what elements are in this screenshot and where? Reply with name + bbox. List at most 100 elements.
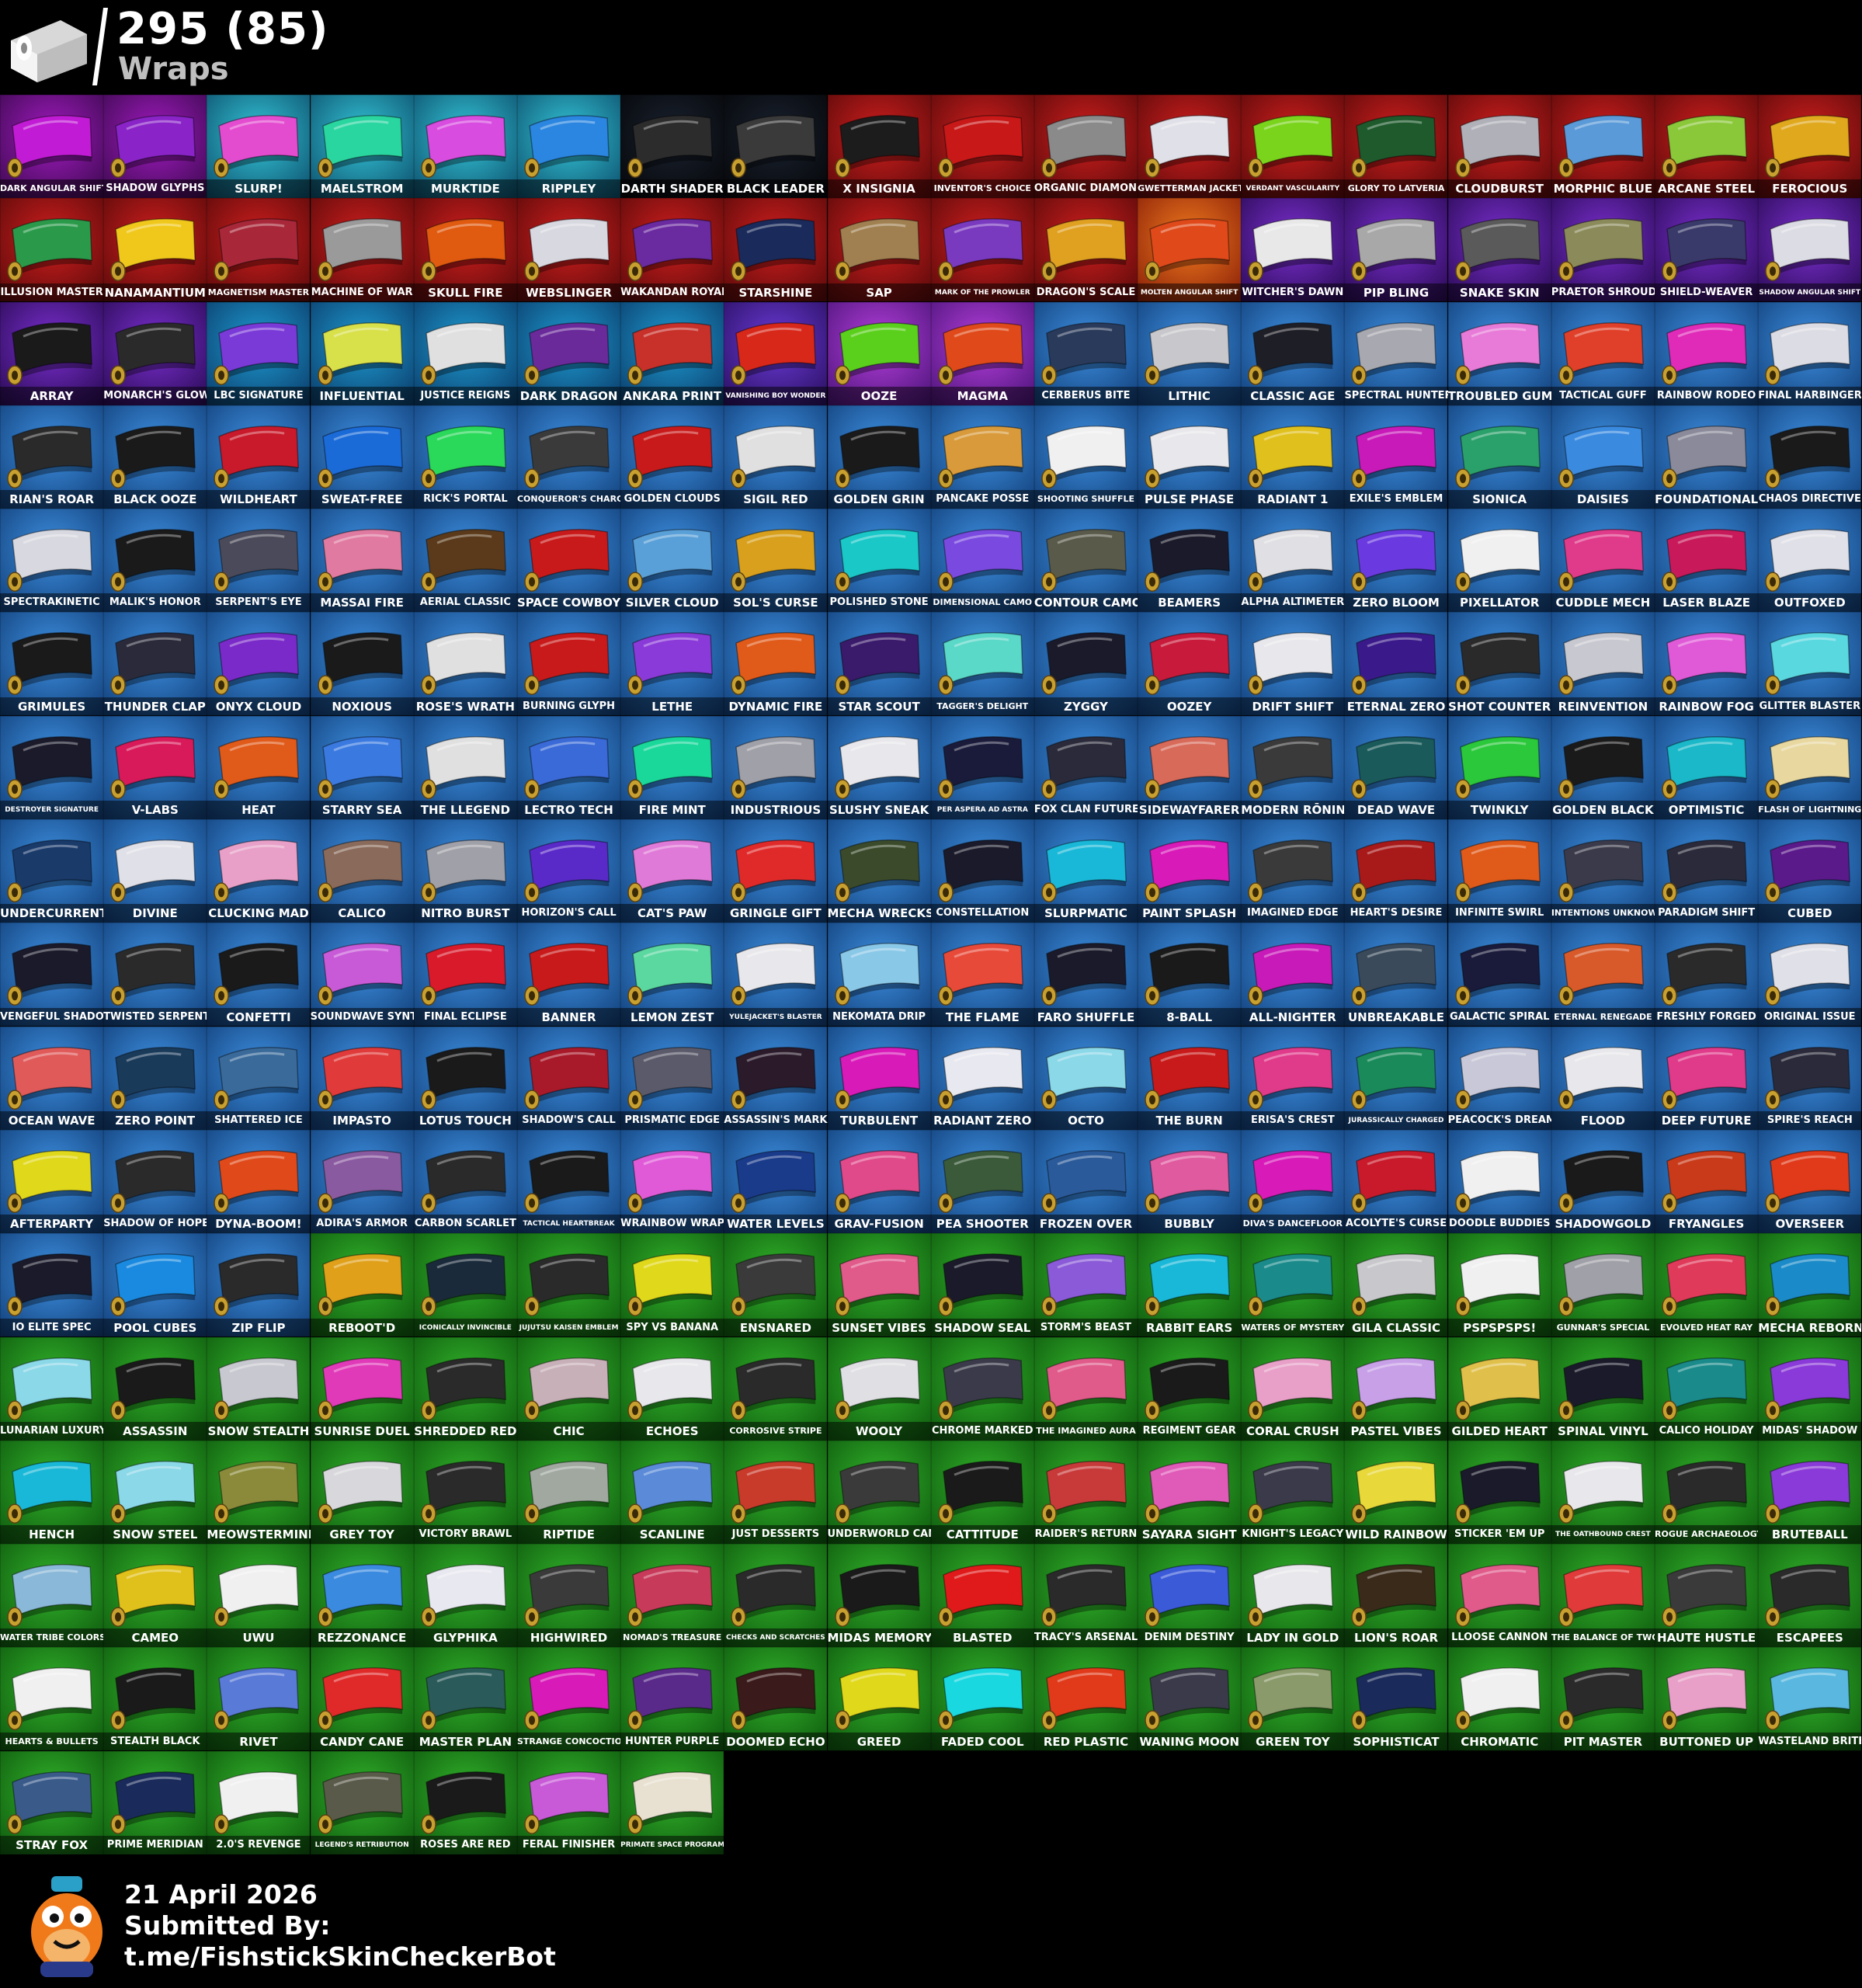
wrap-tile[interactable]: RADIANT ZERO [930, 1026, 1034, 1130]
wrap-tile[interactable]: THE IMAGINED AURA [1033, 1336, 1138, 1441]
wrap-tile[interactable]: FADED COOL [930, 1647, 1034, 1751]
wrap-tile[interactable]: ADIRA'S ARMOR [310, 1129, 414, 1234]
wrap-tile[interactable]: IO ELITE SPEC [0, 1233, 104, 1337]
wrap-tile[interactable]: SHATTERED ICE [207, 1026, 311, 1130]
wrap-tile[interactable]: GUNNAR'S SPECIAL [1551, 1233, 1655, 1337]
wrap-tile[interactable]: NANAMANTIUM [103, 198, 207, 302]
wrap-tile[interactable]: MONARCH'S GLOW [103, 301, 207, 405]
wrap-tile[interactable]: GRIMULES [0, 612, 104, 716]
wrap-tile[interactable]: 2.0'S REVENGE [207, 1750, 311, 1855]
wrap-tile[interactable]: CAMEO [103, 1544, 207, 1648]
wrap-tile[interactable]: CANDY CANE [310, 1647, 414, 1751]
wrap-tile[interactable]: RADIANT 1 [1241, 405, 1345, 509]
wrap-tile[interactable]: AERIAL CLASSIC [413, 509, 517, 613]
wrap-tile[interactable]: THE OATHBOUND CREST [1551, 1440, 1655, 1545]
wrap-tile[interactable]: MURKTIDE [413, 95, 517, 199]
wrap-tile[interactable]: INTENTIONS UNKNOWN [1551, 819, 1655, 923]
wrap-tile[interactable]: SWEAT-FREE [310, 405, 414, 509]
wrap-tile[interactable]: SPINAL VINYL [1551, 1336, 1655, 1441]
wrap-tile[interactable]: SAYARA SIGHT [1138, 1440, 1242, 1545]
wrap-tile[interactable]: RED PLASTIC [1033, 1647, 1138, 1751]
wrap-tile[interactable]: STAR SCOUT [827, 612, 931, 716]
wrap-tile[interactable]: SHIELD-WEAVER [1655, 198, 1759, 302]
wrap-tile[interactable]: GALACTIC SPIRAL [1447, 923, 1551, 1027]
wrap-tile[interactable]: RAINBOW FOG [1655, 612, 1759, 716]
wrap-tile[interactable]: CLUCKING MAD [207, 819, 311, 923]
wrap-tile[interactable]: GRAV-FUSION [827, 1129, 931, 1234]
wrap-tile[interactable]: REBOOT'D [310, 1233, 414, 1337]
wrap-tile[interactable]: MARK OF THE PROWLER [930, 198, 1034, 302]
wrap-tile[interactable]: BEAMERS [1138, 509, 1242, 613]
wrap-tile[interactable]: CHROMATIC [1447, 1647, 1551, 1751]
wrap-tile[interactable]: FRESHLY FORGED [1655, 923, 1759, 1027]
wrap-tile[interactable]: SNOW STEALTH [207, 1336, 311, 1441]
wrap-tile[interactable]: MIDAS' SHADOW [1758, 1336, 1862, 1441]
wrap-tile[interactable]: CUBED [1758, 819, 1862, 923]
wrap-tile[interactable]: SHADOW OF HOPE [103, 1129, 207, 1234]
wrap-tile[interactable]: OVERSEER [1758, 1129, 1862, 1234]
wrap-tile[interactable]: GREY TOY [310, 1440, 414, 1545]
wrap-tile[interactable]: CHIC [516, 1336, 621, 1441]
wrap-tile[interactable]: SLURP! [207, 95, 311, 199]
wrap-tile[interactable]: PULSE PHASE [1138, 405, 1242, 509]
wrap-tile[interactable]: FARO SHUFFLE [1033, 923, 1138, 1027]
wrap-tile[interactable]: LITHIC [1138, 301, 1242, 405]
wrap-tile[interactable]: UNDERCURRENT [0, 819, 104, 923]
wrap-tile[interactable]: DOOMED ECHO [724, 1647, 828, 1751]
wrap-tile[interactable]: PANCAKE POSSE [930, 405, 1034, 509]
wrap-tile[interactable]: CHECKS AND SCRATCHES [724, 1544, 828, 1648]
wrap-tile[interactable]: IMPASTO [310, 1026, 414, 1130]
wrap-tile[interactable]: CHAOS DIRECTIVE [1758, 405, 1862, 509]
wrap-tile[interactable]: GILA CLASSIC [1344, 1233, 1448, 1337]
wrap-tile[interactable]: SHOOTING SHUFFLE [1033, 405, 1138, 509]
wrap-tile[interactable]: SHOT COUNTER [1447, 612, 1551, 716]
wrap-tile[interactable]: BLASTED [930, 1544, 1034, 1648]
wrap-tile[interactable]: VERDANT VASCULARITY [1241, 95, 1345, 199]
wrap-tile[interactable]: SNAKE SKIN [1447, 198, 1551, 302]
wrap-tile[interactable]: PRISMATIC EDGE [620, 1026, 724, 1130]
wrap-tile[interactable]: ETERNAL RENEGADE [1551, 923, 1655, 1027]
wrap-tile[interactable]: THE BURN [1138, 1026, 1242, 1130]
wrap-tile[interactable]: SIONICA [1447, 405, 1551, 509]
wrap-tile[interactable]: HORIZON'S CALL [516, 819, 621, 923]
wrap-tile[interactable]: OCEAN WAVE [0, 1026, 104, 1130]
wrap-tile[interactable]: MEOWSTERMIND [207, 1440, 311, 1545]
wrap-tile[interactable]: WEBSLINGER [516, 198, 621, 302]
wrap-tile[interactable]: TURBULENT [827, 1026, 931, 1130]
wrap-tile[interactable]: HUNTER PURPLE [620, 1647, 724, 1751]
wrap-tile[interactable]: STEALTH BLACK [103, 1647, 207, 1751]
wrap-tile[interactable]: PRIME MERIDIAN [103, 1750, 207, 1855]
wrap-tile[interactable]: MECHA REBORN [1758, 1233, 1862, 1337]
wrap-tile[interactable]: REINVENTION [1551, 612, 1655, 716]
wrap-tile[interactable]: JUJUTSU KAISEN EMBLEM [516, 1233, 621, 1337]
wrap-tile[interactable]: PER ASPERA AD ASTRA [930, 715, 1034, 820]
wrap-tile[interactable]: ONYX CLOUD [207, 612, 311, 716]
wrap-tile[interactable]: SUNSET VIBES [827, 1233, 931, 1337]
wrap-tile[interactable]: RAIDER'S RETURN [1033, 1440, 1138, 1545]
wrap-tile[interactable]: GOLDEN GRIN [827, 405, 931, 509]
wrap-tile[interactable]: NEKOMATA DRIP [827, 923, 931, 1027]
wrap-tile[interactable]: ASSASSIN [103, 1336, 207, 1441]
wrap-tile[interactable]: DIMENSIONAL CAMO [930, 509, 1034, 613]
wrap-tile[interactable]: ORIGINAL ISSUE [1758, 923, 1862, 1027]
wrap-tile[interactable]: SHADOWGOLD [1551, 1129, 1655, 1234]
wrap-tile[interactable]: SLUSHY SNEAK [827, 715, 931, 820]
wrap-tile[interactable]: FRYANGLES [1655, 1129, 1759, 1234]
wrap-tile[interactable]: BRUTEBALL [1758, 1440, 1862, 1545]
wrap-tile[interactable]: SPACE COWBOY [516, 509, 621, 613]
wrap-tile[interactable]: TRACY'S ARSENAL [1033, 1544, 1138, 1648]
wrap-tile[interactable]: HEART'S DESIRE [1344, 819, 1448, 923]
wrap-tile[interactable]: ZERO POINT [103, 1026, 207, 1130]
wrap-tile[interactable]: INDUSTRIOUS [724, 715, 828, 820]
wrap-tile[interactable]: CHROME MARKED [930, 1336, 1034, 1441]
wrap-tile[interactable]: ILLUSION MASTER [0, 198, 104, 302]
wrap-tile[interactable]: ROSES ARE RED [413, 1750, 517, 1855]
wrap-tile[interactable]: ERISA'S CREST [1241, 1026, 1345, 1130]
wrap-tile[interactable]: THE BALANCE OF TWO [1551, 1544, 1655, 1648]
wrap-tile[interactable]: STRANGE CONCOCTION [516, 1647, 621, 1751]
wrap-tile[interactable]: YULEJACKET'S BLASTER [724, 923, 828, 1027]
wrap-tile[interactable]: SERPENT'S EYE [207, 509, 311, 613]
wrap-tile[interactable]: RIVET [207, 1647, 311, 1751]
wrap-tile[interactable]: MOLTEN ANGULAR SHIFT [1138, 198, 1242, 302]
wrap-tile[interactable]: RICK'S PORTAL [413, 405, 517, 509]
